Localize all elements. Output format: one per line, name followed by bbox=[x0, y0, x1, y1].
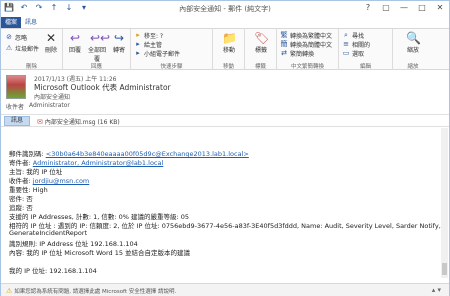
group-label-chinese-conversion: 中文繁簡轉換 bbox=[290, 64, 324, 70]
help-button[interactable]: ? bbox=[359, 1, 377, 15]
group-label-move: 移動 bbox=[222, 64, 234, 70]
body-line: GenerateIncidentReport bbox=[9, 229, 88, 237]
find-button[interactable]: ⌕ 尋找 bbox=[342, 31, 364, 41]
ribbon-group-tags: 🏷 標籤 標籤 bbox=[245, 29, 277, 71]
move-button[interactable]: 📁 移動 bbox=[218, 31, 240, 55]
convert-traditional-button[interactable]: 繁轉換為繁體中文 bbox=[280, 31, 333, 41]
delete-label: 刪除 bbox=[44, 47, 57, 54]
to-label: 收件者 bbox=[6, 104, 25, 111]
message-subject: 內部安全通知 bbox=[34, 94, 71, 101]
tab-message[interactable]: 訊息 bbox=[25, 17, 37, 28]
delete-button[interactable]: ✕ 刪除 bbox=[41, 31, 61, 55]
to-recipient[interactable]: Administrator bbox=[29, 102, 70, 109]
quick-step-to-manager[interactable]: ▸ 給主管 bbox=[134, 40, 162, 50]
attachment-icon: ✉ bbox=[37, 117, 43, 126]
reply-label: 回覆 bbox=[68, 47, 81, 54]
reply-icon: ↩ bbox=[69, 31, 81, 45]
message-body: 郵件識別碼: <30b0a64b3e840eaaaa00f05d9c@Excha… bbox=[1, 128, 441, 278]
close-button[interactable]: ✕ bbox=[431, 1, 449, 15]
reply-button[interactable]: ↩ 回覆 bbox=[65, 31, 85, 55]
status-bar: ⚠ 如果您認為系統有問題, 請選擇此處 Microsoft 安全性選擇 請說明.… bbox=[1, 283, 449, 296]
reply-all-icon: ↩↩ bbox=[90, 31, 111, 45]
junk-icon: ⚠ bbox=[5, 44, 13, 52]
body-line: 內容: 我的 IP 位址 Microsoft Word 15 並結合自定版本的建… bbox=[9, 249, 191, 257]
ribbon: ⊘ 忽略 ⚠ 垃圾郵件 ✕ 刪除 刪除 ↩ 回覆 ↩↩ 全部回覆 ↪ 轉寄 回應… bbox=[1, 28, 449, 71]
ignore-label: 忽略 bbox=[15, 35, 28, 42]
vertical-scrollbar[interactable] bbox=[441, 128, 448, 278]
zoom-icon: 🔍 bbox=[406, 31, 421, 45]
zoom-button[interactable]: 🔍 縮放 bbox=[402, 31, 424, 55]
minimize-button[interactable]: — bbox=[395, 1, 413, 15]
status-text: 如果您認為系統有問題, 請選擇此處 Microsoft 安全性選擇 請說明. bbox=[14, 289, 177, 295]
group-label-zoom: 縮放 bbox=[407, 64, 419, 70]
group-label-respond: 回應 bbox=[90, 64, 102, 70]
move-icon: 📁 bbox=[222, 31, 237, 45]
tags-icon: 🏷 bbox=[254, 31, 270, 45]
sender-avatar bbox=[6, 75, 26, 99]
ribbon-display-button[interactable]: ▢ bbox=[377, 1, 395, 15]
group-label-delete: 刪除 bbox=[25, 64, 37, 70]
attachment-item[interactable]: ✉ 內部安全通知.msg (16 KB) bbox=[37, 117, 120, 127]
move-label: 移動 bbox=[222, 47, 235, 54]
ribbon-group-quick-steps: ▸ 移至: ? ▸ 給主管 ▸ 小組電子郵件 快速步驟 bbox=[131, 29, 213, 71]
tags-button[interactable]: 🏷 標籤 bbox=[250, 31, 272, 55]
attachment-bar: 訊息 ✉ 內部安全通知.msg (16 KB) bbox=[1, 114, 449, 127]
reply-all-label: 全部回覆 bbox=[87, 47, 106, 63]
convert-options-button[interactable]: ⇄ 繁簡轉換 bbox=[280, 49, 314, 59]
title-bar: 💾 ↶ ↷ ↑ ↓ ▾ 內部安全通知 - 郵件 (純文字) ? ▢ — □ ✕ bbox=[1, 1, 449, 17]
ribbon-group-editing: ⌕ 尋找 ≡ 相關的 ▭ 選取 編輯 bbox=[339, 29, 393, 71]
zoom-label: 縮放 bbox=[406, 47, 419, 54]
forward-label: 轉寄 bbox=[112, 47, 125, 54]
tab-file[interactable]: 檔案 bbox=[1, 17, 21, 28]
ignore-button[interactable]: ⊘ 忽略 bbox=[5, 33, 28, 43]
attachment-name: 內部安全通知.msg (16 KB) bbox=[44, 119, 120, 126]
group-label-editing: 編輯 bbox=[359, 64, 371, 70]
delete-icon: ✕ bbox=[45, 31, 57, 45]
reply-all-button[interactable]: ↩↩ 全部回覆 bbox=[86, 31, 111, 64]
maximize-button[interactable]: □ bbox=[413, 1, 431, 15]
junk-button[interactable]: ⚠ 垃圾郵件 bbox=[5, 44, 40, 54]
ribbon-group-delete: ⊘ 忽略 ⚠ 垃圾郵件 ✕ 刪除 刪除 bbox=[1, 29, 63, 71]
related-button[interactable]: ≡ 相關的 bbox=[342, 40, 370, 50]
junk-label: 垃圾郵件 bbox=[15, 46, 40, 53]
status-message[interactable]: ⚠ 如果您認為系統有問題, 請選擇此處 Microsoft 安全性選擇 請說明. bbox=[6, 287, 176, 295]
quick-step-move-to[interactable]: ▸ 移至: ? bbox=[134, 31, 163, 41]
ribbon-group-move: 📁 移動 移動 bbox=[213, 29, 245, 71]
ribbon-group-chinese-conversion: 繁轉換為繁體中文 簡轉換為簡體中文 ⇄ 繁簡轉換 中文繁簡轉換 bbox=[277, 29, 339, 71]
forward-icon: ↪ bbox=[113, 31, 125, 45]
body-line: 我的 IP 位址: 192.168.1.104 bbox=[9, 267, 97, 275]
ribbon-group-zoom: 🔍 縮放 縮放 bbox=[393, 29, 433, 71]
group-label-quick-steps: 快速步驟 bbox=[160, 64, 183, 70]
quick-step-team-email[interactable]: ▸ 小組電子郵件 bbox=[134, 49, 180, 59]
group-label-tags: 標籤 bbox=[254, 64, 266, 70]
warning-icon: ⚠ bbox=[6, 287, 13, 295]
ribbon-group-respond: ↩ 回覆 ↩↩ 全部回覆 ↪ 轉寄 回應 bbox=[63, 29, 131, 71]
forward-button[interactable]: ↪ 轉寄 bbox=[109, 31, 129, 55]
tags-label: 標籤 bbox=[254, 47, 267, 54]
convert-simplified-button[interactable]: 簡轉換為簡體中文 bbox=[280, 40, 333, 50]
outlook-message-window: 💾 ↶ ↷ ↑ ↓ ▾ 內部安全通知 - 郵件 (純文字) ? ▢ — □ ✕ … bbox=[0, 0, 450, 296]
select-button[interactable]: ▭ 選取 bbox=[342, 49, 364, 59]
ignore-icon: ⊘ bbox=[6, 33, 12, 41]
ribbon-tabs: 檔案 訊息 bbox=[1, 17, 449, 28]
status-nav-arrows[interactable]: ▴ ▾ bbox=[432, 286, 441, 294]
scrollbar-thumb[interactable] bbox=[442, 263, 447, 275]
message-view-button[interactable]: 訊息 bbox=[4, 116, 30, 126]
window-controls: ? ▢ — □ ✕ bbox=[359, 1, 449, 15]
